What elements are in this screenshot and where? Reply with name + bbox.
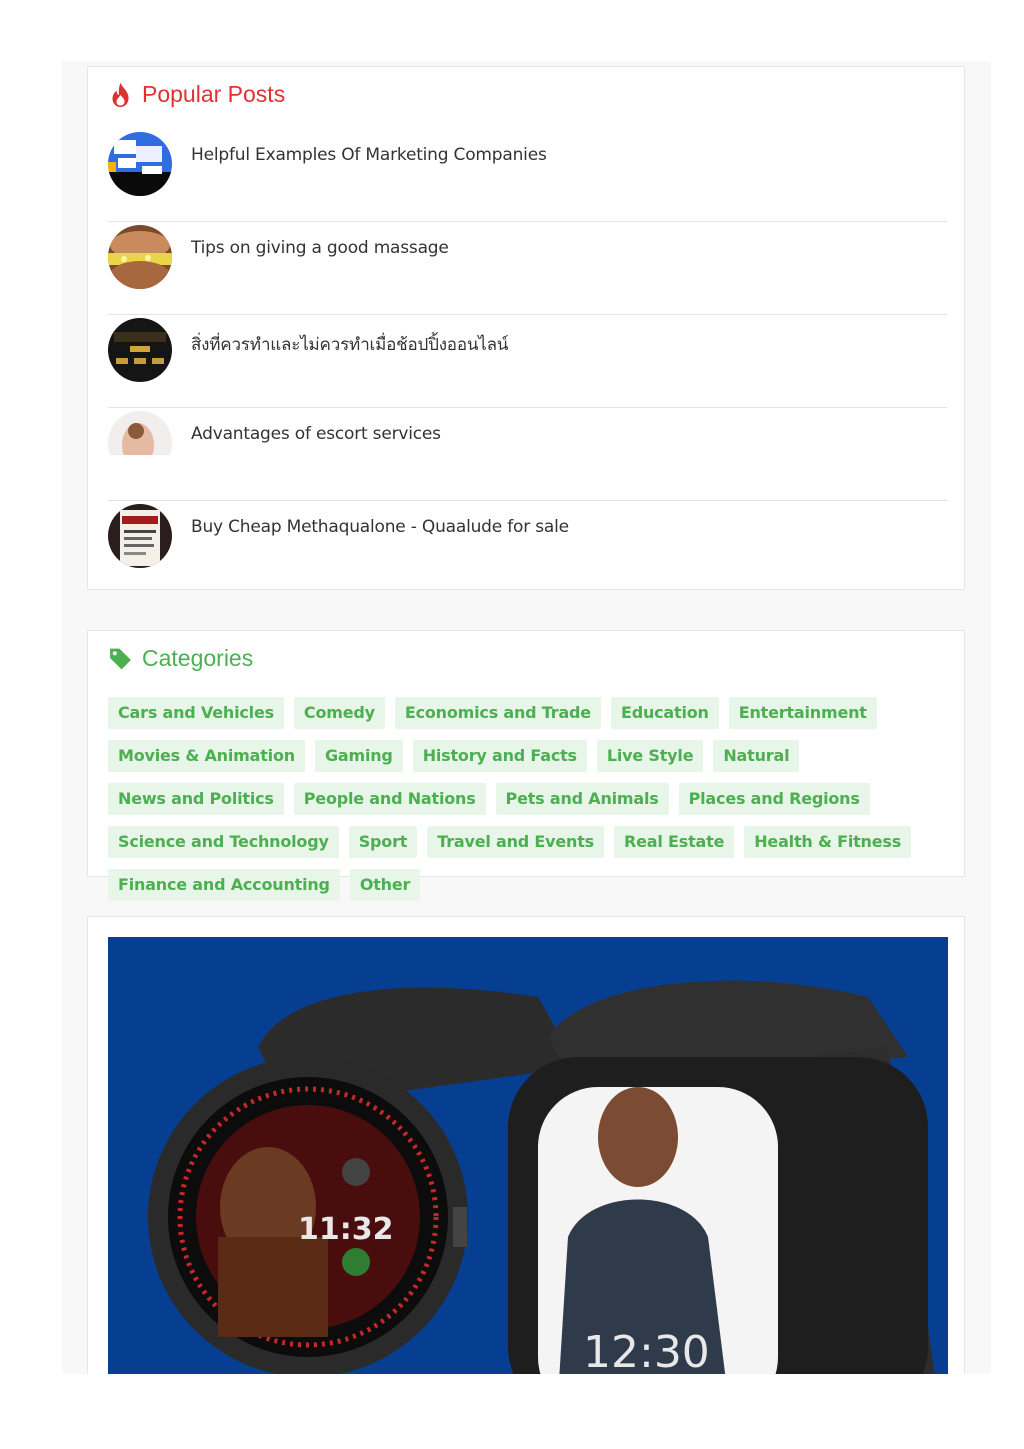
popular-posts-title: Popular Posts <box>142 81 286 107</box>
post-thumbnail[interactable] <box>108 318 172 382</box>
tag-icon <box>108 646 133 672</box>
category-tag[interactable]: People and Nations <box>293 783 486 815</box>
post-title[interactable]: Helpful Examples Of Marketing Companies <box>191 145 547 165</box>
square-watch-time: 12:30 <box>583 1327 710 1374</box>
post-title[interactable]: Buy Cheap Methaqualone - Quaalude for sa… <box>191 517 569 537</box>
post-thumbnail[interactable] <box>108 504 172 568</box>
round-watch-time: 11:32 <box>298 1212 394 1247</box>
category-tag[interactable]: Comedy <box>293 697 385 729</box>
post-item[interactable]: Tips on giving a good massage <box>108 222 947 315</box>
category-tag[interactable]: Entertainment <box>728 697 877 729</box>
category-tag[interactable]: Pets and Animals <box>495 783 669 815</box>
post-thumbnail[interactable] <box>108 225 172 289</box>
category-tag[interactable]: Travel and Events <box>427 826 604 858</box>
category-tag[interactable]: Science and Technology <box>108 826 339 858</box>
categories-heading: Categories <box>108 645 253 672</box>
categories-widget: Categories Cars and Vehicles Comedy Econ… <box>87 630 965 901</box>
post-item[interactable]: Buy Cheap Methaqualone - Quaalude for sa… <box>108 501 947 593</box>
ad-widget: 11:32 12:30 <box>87 916 965 1374</box>
popular-posts-list: Helpful Examples Of Marketing Companies … <box>108 129 947 593</box>
post-thumbnail[interactable] <box>108 132 172 196</box>
category-tag[interactable]: Live Style <box>596 740 704 772</box>
category-tag[interactable]: Health & Fitness <box>744 826 912 858</box>
post-title[interactable]: สิ่งที่ควรทำและไม่ควรทำเมื่อช้อปปิ้งออนไ… <box>191 331 508 358</box>
category-tag-list: Cars and Vehicles Comedy Economics and T… <box>108 697 948 901</box>
category-tag[interactable]: News and Politics <box>108 783 284 815</box>
category-tag[interactable]: History and Facts <box>412 740 587 772</box>
category-tag[interactable]: Gaming <box>314 740 403 772</box>
post-title[interactable]: Advantages of escort services <box>191 424 441 444</box>
popular-posts-widget: Popular Posts Helpful Examples Of Market… <box>87 66 965 590</box>
categories-title: Categories <box>142 645 254 671</box>
category-tag[interactable]: Real Estate <box>614 826 735 858</box>
smartwatch-ad-image[interactable]: 11:32 12:30 <box>108 937 948 1374</box>
post-item[interactable]: Helpful Examples Of Marketing Companies <box>108 129 947 222</box>
category-tag[interactable]: Cars and Vehicles <box>108 697 284 729</box>
fire-icon <box>108 82 133 108</box>
post-item[interactable]: สิ่งที่ควรทำและไม่ควรทำเมื่อช้อปปิ้งออนไ… <box>108 315 947 408</box>
category-tag[interactable]: Sport <box>348 826 418 858</box>
category-tag[interactable]: Education <box>610 697 719 729</box>
post-item[interactable]: Advantages of escort services <box>108 408 947 501</box>
category-tag[interactable]: Other <box>349 869 421 901</box>
popular-posts-heading: Popular Posts <box>108 81 285 108</box>
post-title[interactable]: Tips on giving a good massage <box>191 238 449 258</box>
sidebar: Popular Posts Helpful Examples Of Market… <box>62 61 991 1374</box>
post-thumbnail[interactable] <box>108 411 172 475</box>
category-tag[interactable]: Finance and Accounting <box>108 869 340 901</box>
category-tag[interactable]: Places and Regions <box>678 783 870 815</box>
category-tag[interactable]: Economics and Trade <box>394 697 601 729</box>
category-tag[interactable]: Natural <box>713 740 800 772</box>
category-tag[interactable]: Movies & Animation <box>108 740 305 772</box>
